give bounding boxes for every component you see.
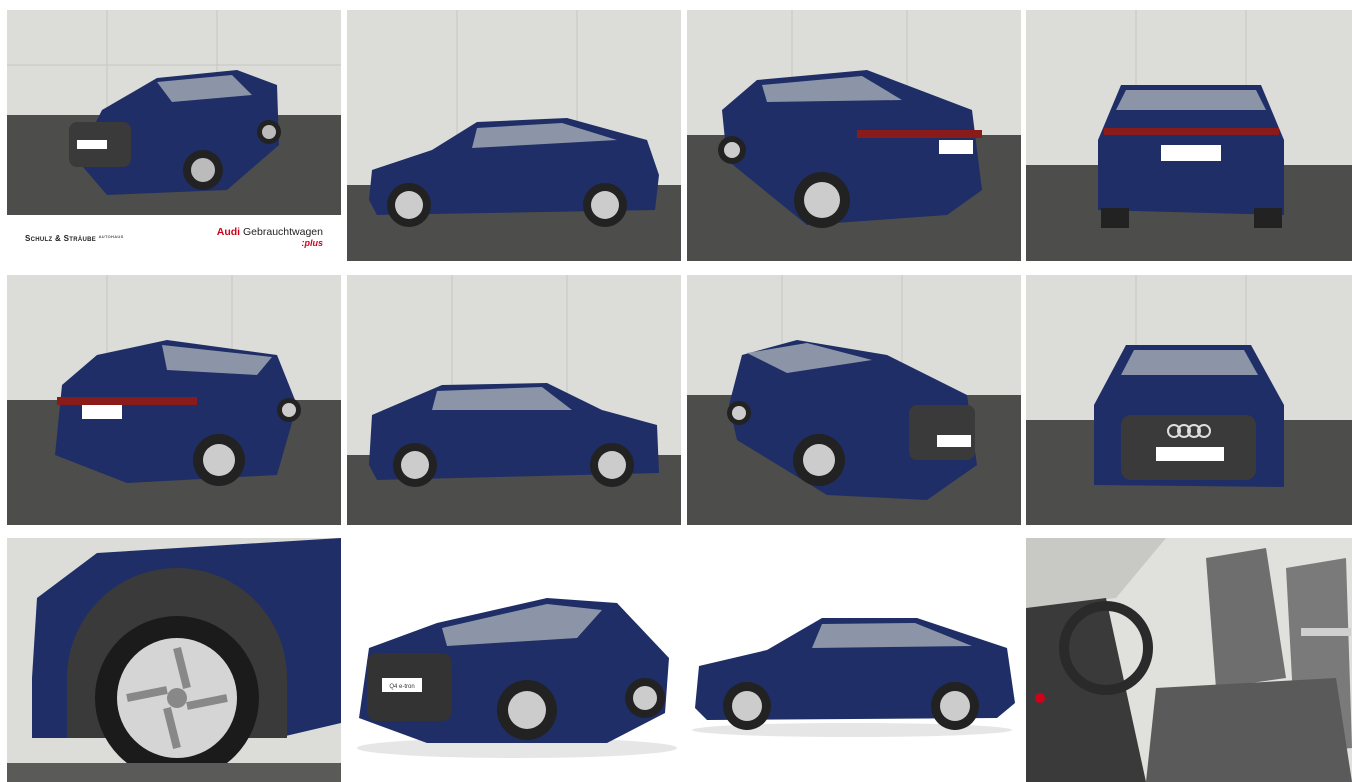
photo-front-three-quarter-left[interactable]: Schulz & Sträube AUTOHAUS Audi Gebraucht… <box>7 10 341 261</box>
photo-studio-side-image <box>687 538 1021 782</box>
photo-side-left[interactable] <box>347 10 681 261</box>
photo-wheel-detail[interactable] <box>7 538 341 782</box>
photo-rear-three-quarter-left[interactable] <box>687 10 1021 261</box>
photo-studio-side[interactable] <box>687 538 1021 782</box>
photo-rear[interactable] <box>1026 10 1352 261</box>
photo-studio-front-three-quarter[interactable]: Q4 e-tron <box>347 538 681 782</box>
program-suffix: :plus <box>301 238 324 248</box>
photo-gallery: Schulz & Sträube AUTOHAUS Audi Gebraucht… <box>0 0 1352 782</box>
photo-rear-three-quarter-right[interactable] <box>7 275 341 525</box>
photo-rear-three-quarter-left-image <box>687 10 1021 261</box>
dealer-name: Schulz & Sträube AUTOHAUS <box>25 234 124 243</box>
photo-side-right-image <box>347 275 681 525</box>
photo-front-three-quarter-right[interactable] <box>687 275 1021 525</box>
photo-front-three-quarter-right-image <box>687 275 1021 525</box>
dealer-name-text: Schulz & Sträube <box>25 233 97 243</box>
photo-side-right[interactable] <box>347 275 681 525</box>
studio-plate-text: Q4 e-tron <box>389 684 414 690</box>
program-name: Gebrauchtwagen <box>243 226 323 238</box>
photo-rear-image <box>1026 10 1352 261</box>
photo-rear-three-quarter-right-image <box>7 275 341 525</box>
dealer-program-logo: Audi Gebrauchtwagen :plus <box>217 227 323 249</box>
photo-front[interactable] <box>1026 275 1352 525</box>
photo-interior-seats[interactable] <box>1026 538 1352 782</box>
brand-name: Audi <box>216 226 241 238</box>
photo-studio-front-three-quarter-image: Q4 e-tron <box>347 538 681 782</box>
dealer-name-small: AUTOHAUS <box>98 233 124 239</box>
dealer-banner: Schulz & Sträube AUTOHAUS Audi Gebraucht… <box>7 215 341 261</box>
photo-front-image <box>1026 275 1352 525</box>
photo-wheel-detail-image <box>7 538 341 782</box>
photo-side-left-image <box>347 10 681 261</box>
photo-interior-seats-image <box>1026 538 1352 782</box>
